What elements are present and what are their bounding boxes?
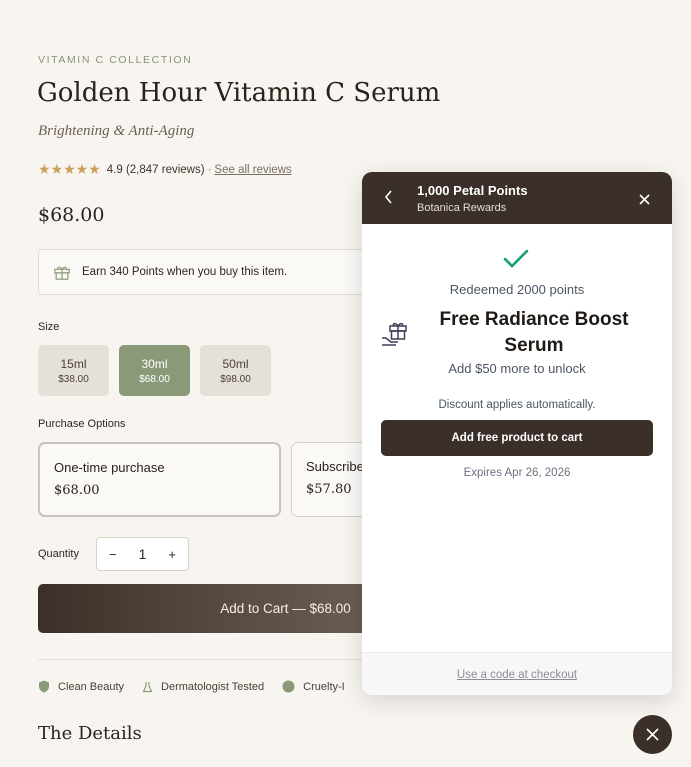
see-all-reviews-link[interactable]: See all reviews	[214, 164, 291, 176]
gift-hand-icon	[382, 322, 407, 346]
quantity-stepper: − 1 +	[96, 537, 189, 571]
option-name: One-time purchase	[54, 460, 165, 475]
size-option-15ml[interactable]: 15ml $38.00	[38, 345, 109, 396]
product-badges: Clean Beauty Dermatologist Tested Cruelt…	[38, 680, 363, 693]
flask-icon	[142, 681, 153, 692]
shield-icon	[39, 680, 49, 693]
decrement-button[interactable]: −	[109, 547, 117, 562]
one-time-purchase-option[interactable]: One-time purchase $68.00	[38, 442, 281, 517]
unlock-hint: Add $50 more to unlock	[448, 361, 586, 376]
size-option-50ml[interactable]: 50ml $98.00	[200, 345, 271, 396]
badge-cruelty-free: Cruelty-I	[282, 680, 345, 693]
rating-separator: ·	[207, 163, 212, 176]
size-name: 15ml	[60, 356, 87, 371]
size-name: 30ml	[141, 356, 168, 371]
product-title: Golden Hour Vitamin C Serum	[37, 78, 441, 108]
size-name: 50ml	[222, 356, 249, 371]
rewards-panel-header: 1,000 Petal Points Botanica Rewards	[362, 172, 672, 224]
size-price: $68.00	[139, 373, 170, 385]
rewards-program-name: Botanica Rewards	[417, 202, 507, 214]
rewards-launcher-button[interactable]	[633, 715, 672, 754]
badge-dermatologist-tested: Dermatologist Tested	[142, 681, 264, 693]
rating-text: 4.9 (2,847 reviews)	[106, 163, 205, 176]
rating-stars: ★★★★★	[38, 161, 101, 177]
points-banner: Earn 340 Points when you buy this item.	[38, 249, 378, 295]
size-price: $38.00	[58, 373, 89, 385]
badge-label: Clean Beauty	[58, 680, 125, 693]
add-to-cart-button[interactable]: Add to Cart — $68.00	[38, 584, 378, 633]
option-price: $68.00	[54, 483, 100, 498]
rating-row: ★★★★★ 4.9 (2,847 reviews) · See all revi…	[38, 161, 292, 178]
rewards-points-title: 1,000 Petal Points	[417, 183, 528, 198]
size-price: $98.00	[220, 373, 251, 385]
add-to-cart-label: Add to Cart — $68.00	[220, 601, 351, 616]
size-option-30ml[interactable]: 30ml $68.00	[119, 345, 190, 396]
add-free-product-label: Add free product to cart	[451, 432, 583, 444]
details-heading: The Details	[38, 723, 142, 744]
leaf-icon	[282, 680, 295, 693]
badge-clean-beauty: Clean Beauty	[38, 680, 124, 693]
product-price: $68.00	[38, 204, 105, 226]
fab-close-icon	[646, 728, 659, 741]
quantity-label: Quantity	[38, 548, 79, 560]
badge-label: Dermatologist Tested	[161, 680, 265, 693]
redeemed-points-text: Redeemed 2000 points	[449, 282, 585, 297]
collection-eyebrow: VITAMIN C COLLECTION	[38, 54, 193, 66]
product-subtitle: Brightening & Anti-Aging	[38, 123, 195, 139]
checkmark-icon	[503, 249, 529, 268]
points-message: Earn 340 Points when you buy this item.	[82, 266, 288, 278]
rewards-panel-footer: Use a code at checkout	[362, 652, 672, 695]
badge-label: Cruelty-I	[303, 680, 345, 693]
discount-note: Discount applies automatically.	[438, 399, 596, 411]
add-free-product-button[interactable]: Add free product to cart	[381, 420, 653, 456]
back-chevron-icon[interactable]	[384, 190, 394, 204]
expiry-date: Expires Apr 26, 2026	[463, 467, 571, 479]
size-label: Size	[38, 321, 60, 333]
purchase-options-label: Purchase Options	[38, 418, 126, 430]
gift-icon	[54, 266, 70, 280]
reward-name: Free Radiance Boost Serum	[439, 309, 629, 356]
size-options: 15ml $38.00 30ml $68.00 50ml $98.00	[38, 345, 271, 396]
use-code-link[interactable]: Use a code at checkout	[457, 669, 577, 681]
quantity-value[interactable]: 1	[139, 546, 147, 562]
increment-button[interactable]: +	[168, 547, 176, 562]
close-icon[interactable]	[639, 194, 650, 205]
divider	[38, 659, 378, 660]
rewards-panel: 1,000 Petal Points Botanica Rewards Rede…	[362, 172, 672, 695]
